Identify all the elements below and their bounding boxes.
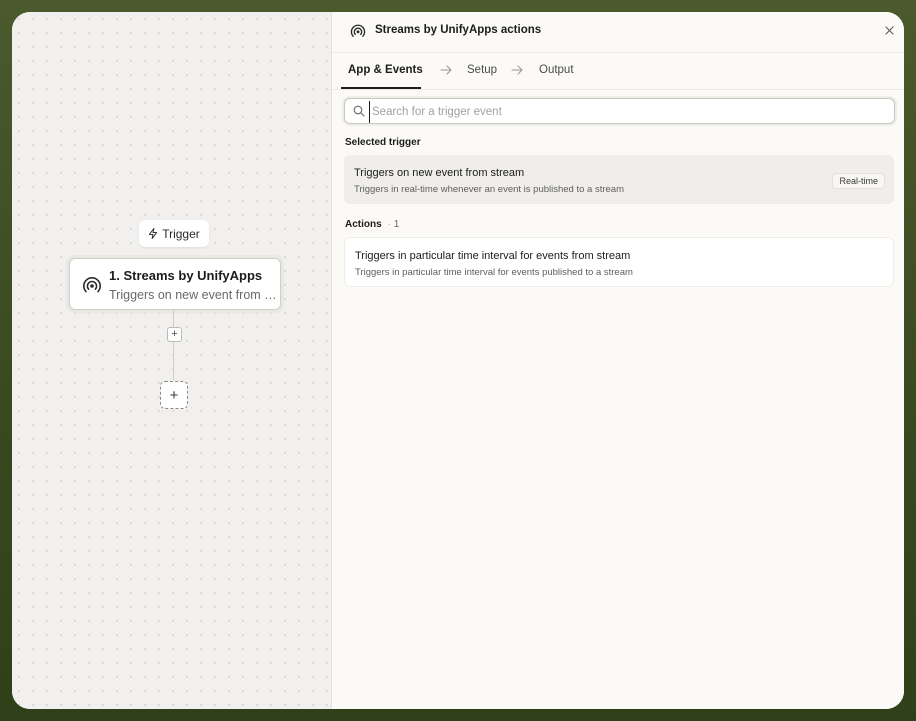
realtime-badge: Real-time: [832, 173, 885, 189]
stream-broadcast-icon: [83, 277, 101, 293]
action-option[interactable]: Triggers in particular time interval for…: [344, 237, 894, 287]
stream-broadcast-icon: [350, 24, 366, 37]
insert-step-button[interactable]: +: [167, 327, 182, 342]
search-box[interactable]: [344, 98, 895, 124]
option-title: Triggers on new event from stream: [354, 167, 525, 179]
option-title: Triggers in particular time interval for…: [355, 250, 631, 262]
close-icon[interactable]: [885, 26, 894, 35]
connector-line: [173, 310, 174, 380]
arrow-right-icon: [440, 65, 452, 75]
tab-setup[interactable]: Setup: [467, 64, 497, 76]
search-icon: [353, 105, 365, 117]
node-title: 1. Streams by UnifyApps: [109, 268, 263, 283]
actions-heading: Actions 1: [345, 219, 399, 230]
arrow-right-icon: [511, 65, 523, 75]
app-window: Trigger 1. Streams by UnifyApps Triggers…: [12, 12, 904, 709]
option-description: Triggers in real-time whenever an event …: [354, 184, 624, 195]
actions-count: 1: [388, 219, 400, 230]
search-input[interactable]: [369, 101, 889, 123]
node-subtitle: Triggers on new event from stream: [109, 288, 277, 302]
workflow-canvas[interactable]: Trigger 1. Streams by UnifyApps Triggers…: [12, 12, 332, 709]
tab-bar: App & Events Setup Output: [332, 52, 904, 90]
panel-title: Streams by UnifyApps actions: [375, 24, 542, 36]
add-step-button[interactable]: +: [160, 381, 188, 409]
actions-panel: Streams by UnifyApps actions App & Event…: [332, 12, 904, 709]
panel-header: Streams by UnifyApps actions: [332, 12, 904, 53]
workflow-node-streams[interactable]: 1. Streams by UnifyApps Triggers on new …: [69, 258, 281, 310]
active-tab-indicator: [341, 87, 421, 89]
tab-output[interactable]: Output: [539, 64, 574, 76]
selected-trigger-option[interactable]: Triggers on new event from stream Trigge…: [344, 155, 894, 204]
selected-trigger-heading: Selected trigger: [345, 137, 421, 148]
option-description: Triggers in particular time interval for…: [355, 267, 633, 278]
tab-app-events[interactable]: App & Events: [348, 64, 423, 76]
lightning-bolt-icon: [149, 228, 158, 239]
trigger-chip[interactable]: Trigger: [139, 220, 209, 247]
trigger-chip-label: Trigger: [162, 226, 200, 241]
actions-heading-label: Actions: [345, 219, 382, 230]
